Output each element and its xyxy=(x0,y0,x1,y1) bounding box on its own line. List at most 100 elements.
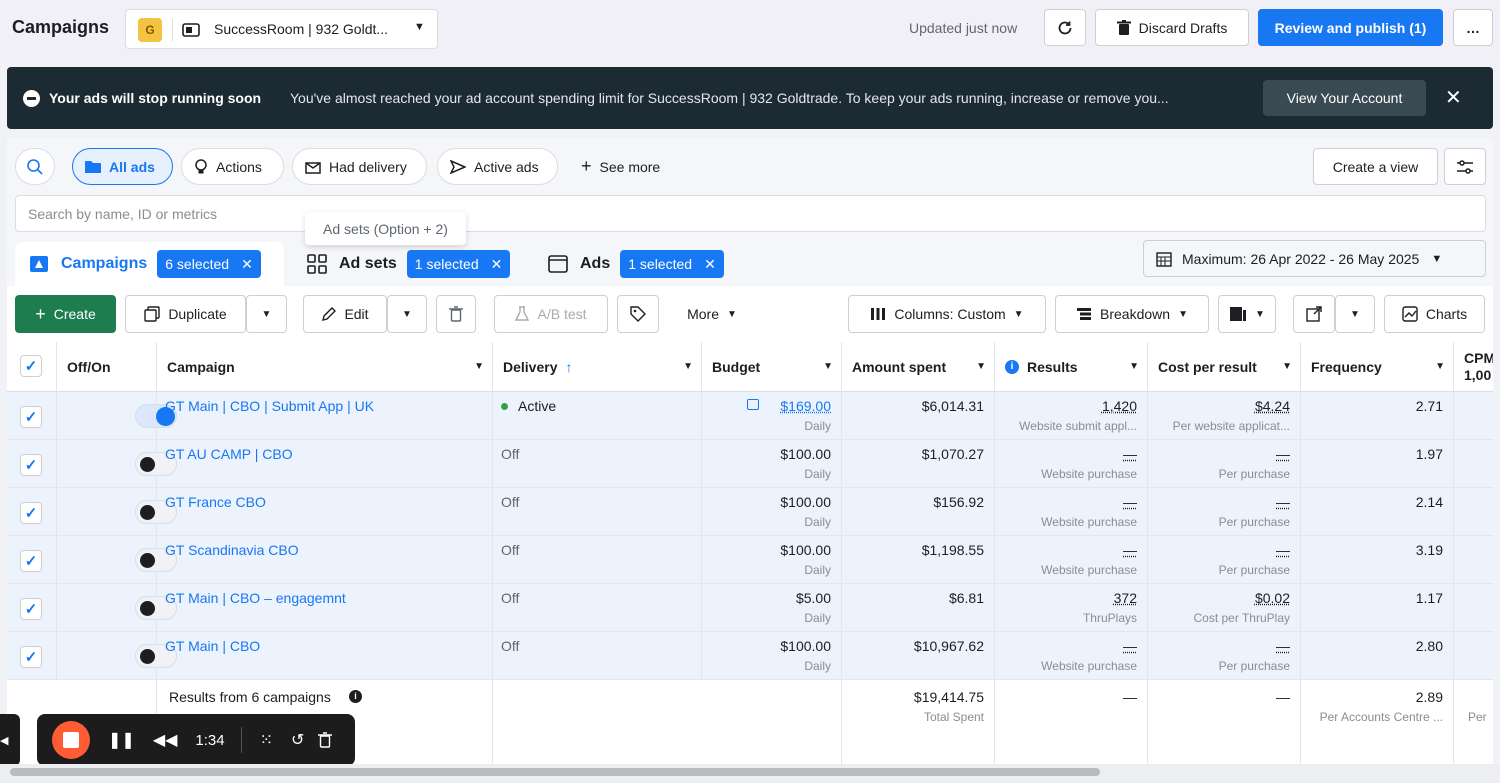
tag-button[interactable] xyxy=(617,295,659,333)
row-campaign-cell: GT Main | CBO – engagemnt xyxy=(157,584,493,632)
col-amount-spent[interactable]: Amount spent ▼ xyxy=(842,342,995,392)
breakdown-button[interactable]: Breakdown ▼ xyxy=(1055,295,1209,333)
row-checkbox[interactable]: ✓ xyxy=(20,550,42,572)
budget-value[interactable]: $169.00 xyxy=(780,398,831,414)
col-cpm[interactable]: CPM 1,00 xyxy=(1454,342,1493,392)
info-icon: i xyxy=(349,690,362,703)
export-button[interactable] xyxy=(1293,295,1335,333)
filter-settings-button[interactable] xyxy=(1444,148,1486,185)
stop-recording-button[interactable] xyxy=(52,721,90,759)
more-options-button[interactable]: … xyxy=(1453,9,1493,46)
campaigns-selected-pill[interactable]: 6 selected ✕ xyxy=(157,250,261,278)
more-actions-button[interactable]: More ▼ xyxy=(671,295,753,333)
delivery-status: Off xyxy=(501,590,519,606)
row-select-cell: ✓ xyxy=(7,584,57,632)
table-row[interactable]: ✓ GT Scandinavia CBO Off $100.00 Daily $1,198… xyxy=(7,536,1493,584)
create-view-button[interactable]: Create a view xyxy=(1313,148,1438,185)
clear-selection-icon[interactable]: ✕ xyxy=(704,256,716,273)
tab-adsets[interactable]: Ad sets 1 selected ✕ xyxy=(293,242,530,286)
col-budget-label: Budget xyxy=(712,358,761,375)
clear-selection-icon[interactable]: ✕ xyxy=(241,256,253,273)
restart-icon[interactable]: ↺ xyxy=(291,730,304,750)
create-button[interactable]: + Create xyxy=(15,295,116,333)
filter-had-delivery[interactable]: Had delivery xyxy=(292,148,427,185)
pause-icon[interactable]: ❚❚ xyxy=(108,730,135,750)
plus-icon: + xyxy=(35,303,46,324)
clear-selection-icon[interactable]: ✕ xyxy=(491,256,503,273)
col-cpm-label: CPM xyxy=(1464,350,1493,366)
campaign-name-link[interactable]: GT Main | CBO xyxy=(165,638,260,654)
review-publish-button[interactable]: Review and publish (1) xyxy=(1258,9,1443,46)
filter-actions[interactable]: Actions xyxy=(181,148,284,185)
reports-button[interactable]: ▼ xyxy=(1218,295,1276,333)
col-campaign[interactable]: Campaign ▼ xyxy=(157,342,493,392)
duplicate-dropdown[interactable]: ▼ xyxy=(246,295,287,333)
row-frequency-cell: 2.80 xyxy=(1301,632,1454,680)
ab-test-label: A/B test xyxy=(537,306,587,322)
cost-per-result-type: Per purchase xyxy=(1218,659,1290,673)
table-row[interactable]: ✓ GT France CBO Off $100.00 Daily $156.92 — Web… xyxy=(7,488,1493,536)
refresh-button[interactable] xyxy=(1044,9,1086,46)
campaign-name-link[interactable]: GT Scandinavia CBO xyxy=(165,542,299,558)
search-input[interactable]: Search by name, ID or metrics xyxy=(15,195,1486,232)
row-cpm-cell xyxy=(1454,440,1493,488)
filter-active-ads[interactable]: Active ads xyxy=(437,148,558,185)
row-frequency-cell: 1.97 xyxy=(1301,440,1454,488)
select-all-checkbox[interactable]: ✓ xyxy=(20,355,42,377)
col-delivery[interactable]: Delivery ↑ ▼ xyxy=(493,342,702,392)
col-frequency[interactable]: Frequency ▼ xyxy=(1301,342,1454,392)
adsets-selected-pill[interactable]: 1 selected ✕ xyxy=(406,250,511,278)
ads-selected-pill[interactable]: 1 selected ✕ xyxy=(620,250,724,278)
row-results-cell: — Website purchase xyxy=(995,536,1148,584)
campaign-name-link[interactable]: GT France CBO xyxy=(165,494,266,510)
col-campaign-label: Campaign xyxy=(167,358,235,375)
horizontal-scrollbar[interactable] xyxy=(0,764,1500,783)
search-toggle[interactable] xyxy=(15,148,55,185)
row-checkbox[interactable]: ✓ xyxy=(20,646,42,668)
row-checkbox[interactable]: ✓ xyxy=(20,406,42,428)
col-budget[interactable]: Budget ▼ xyxy=(702,342,842,392)
collapse-tab[interactable]: ◀ xyxy=(0,714,20,766)
row-toggle-cell xyxy=(57,392,177,440)
row-spent-cell: $156.92 xyxy=(842,488,995,536)
edit-button[interactable]: Edit xyxy=(303,295,387,333)
delete-button[interactable] xyxy=(436,295,476,333)
tab-ads[interactable]: Ads 1 selected ✕ xyxy=(534,242,747,286)
charts-button[interactable]: Charts xyxy=(1384,295,1485,333)
filter-all-ads[interactable]: All ads xyxy=(72,148,173,185)
export-dropdown[interactable]: ▼ xyxy=(1335,295,1375,333)
col-cost-per-result[interactable]: Cost per result ▼ xyxy=(1148,342,1301,392)
date-range-picker[interactable]: Maximum: 26 Apr 2022 - 26 May 2025 ▼ xyxy=(1143,240,1486,277)
ab-test-button[interactable]: A/B test xyxy=(494,295,608,333)
table-row[interactable]: ✓ GT Main | CBO | Submit App | UK Active $1… xyxy=(7,392,1493,440)
view-account-button[interactable]: View Your Account xyxy=(1263,80,1426,116)
grid-icon[interactable]: ⁙ xyxy=(260,730,273,750)
tab-campaigns[interactable]: Campaigns 6 selected ✕ xyxy=(15,242,284,286)
table-row[interactable]: ✓ GT Main | CBO – engagemnt Off $5.00 Daily $… xyxy=(7,584,1493,632)
col-offon[interactable]: Off/On xyxy=(57,342,157,392)
table-row[interactable]: ✓ GT AU CAMP | CBO Off $100.00 Daily $1,070.2… xyxy=(7,440,1493,488)
trash-icon[interactable] xyxy=(318,732,333,748)
col-results[interactable]: i Results ▼ xyxy=(995,342,1148,392)
edit-dropdown[interactable]: ▼ xyxy=(387,295,427,333)
close-icon[interactable]: ✕ xyxy=(1445,85,1462,110)
campaign-name-link[interactable]: GT Main | CBO | Submit App | UK xyxy=(165,398,374,414)
account-selector[interactable]: G SuccessRoom | 932 Goldt... ▼ xyxy=(125,9,438,49)
row-toggle-cell xyxy=(57,488,177,536)
row-checkbox[interactable]: ✓ xyxy=(20,454,42,476)
campaign-name-link[interactable]: GT Main | CBO – engagemnt xyxy=(165,590,346,606)
budget-edit-icon[interactable] xyxy=(747,399,759,410)
row-checkbox[interactable]: ✓ xyxy=(20,598,42,620)
scrollbar-thumb[interactable] xyxy=(10,768,1100,776)
campaign-name-link[interactable]: GT AU CAMP | CBO xyxy=(165,446,293,462)
table-row[interactable]: ✓ GT Main | CBO Off $100.00 Daily $10,967.62 —… xyxy=(7,632,1493,680)
row-checkbox[interactable]: ✓ xyxy=(20,502,42,524)
results-value: 1,420 xyxy=(1101,398,1137,414)
see-more-filters[interactable]: + See more xyxy=(569,148,672,185)
rewind-icon[interactable]: ◀◀ xyxy=(153,730,178,750)
charts-label: Charts xyxy=(1425,306,1468,322)
folder-icon xyxy=(85,160,101,173)
discard-drafts-button[interactable]: Discard Drafts xyxy=(1095,9,1249,46)
duplicate-button[interactable]: Duplicate xyxy=(125,295,246,333)
columns-button[interactable]: Columns: Custom ▼ xyxy=(848,295,1046,333)
